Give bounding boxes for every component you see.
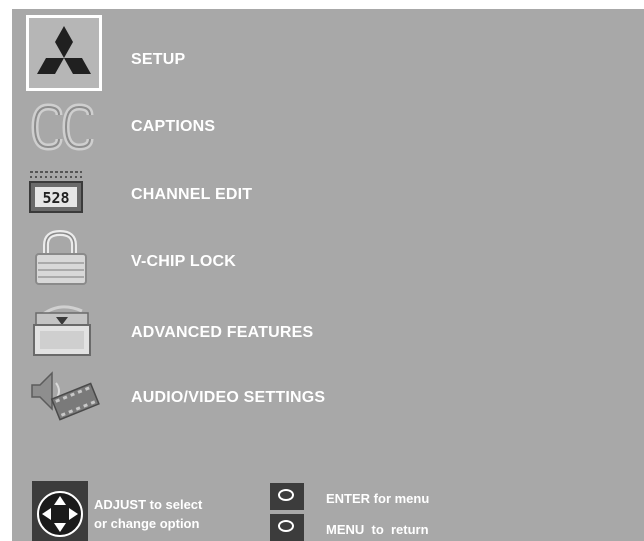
tv-menu-screen: SETUP CAPTIONS 528 CHANNEL EDIT V-CHIP L… [12, 9, 644, 541]
menu-item-setup[interactable]: SETUP [12, 15, 644, 91]
adjust-hint-line-1: ADJUST to select [94, 497, 203, 512]
enter-hint: ENTER for menu [326, 491, 430, 506]
menu-item-channel-edit[interactable]: 528 CHANNEL EDIT [12, 164, 644, 224]
closed-caption-icon [26, 101, 102, 157]
padlock-icon [26, 229, 102, 289]
menu-item-label: ADVANCED FEATURES [131, 324, 314, 341]
menu-hint: MENU to return [326, 522, 429, 537]
channel-counter-icon: 528 [26, 164, 102, 224]
menu-button-icon [270, 514, 304, 541]
adjust-dpad-panel [32, 481, 88, 541]
menu-item-v-chip-lock[interactable]: V-CHIP LOCK [12, 229, 644, 289]
mitsubishi-logo-icon [26, 15, 102, 91]
menu-item-label: CAPTIONS [131, 118, 216, 135]
adjust-hint-line-2: or change option [94, 516, 200, 531]
advanced-features-tv-icon [26, 299, 102, 361]
speaker-film-icon [26, 365, 102, 425]
menu-item-captions[interactable]: CAPTIONS [12, 101, 644, 161]
dpad-icon [37, 491, 83, 537]
menu-item-label: CHANNEL EDIT [131, 186, 253, 203]
menu-item-label: V-CHIP LOCK [131, 253, 237, 270]
menu-item-label: AUDIO/VIDEO SETTINGS [131, 389, 326, 406]
menu-item-advanced-features[interactable]: ADVANCED FEATURES [12, 299, 644, 359]
menu-item-label: SETUP [131, 51, 186, 68]
enter-button-icon [270, 483, 304, 510]
menu-item-audio-video-settings[interactable]: AUDIO/VIDEO SETTINGS [12, 365, 644, 425]
channel-digits: 528 [42, 189, 69, 207]
